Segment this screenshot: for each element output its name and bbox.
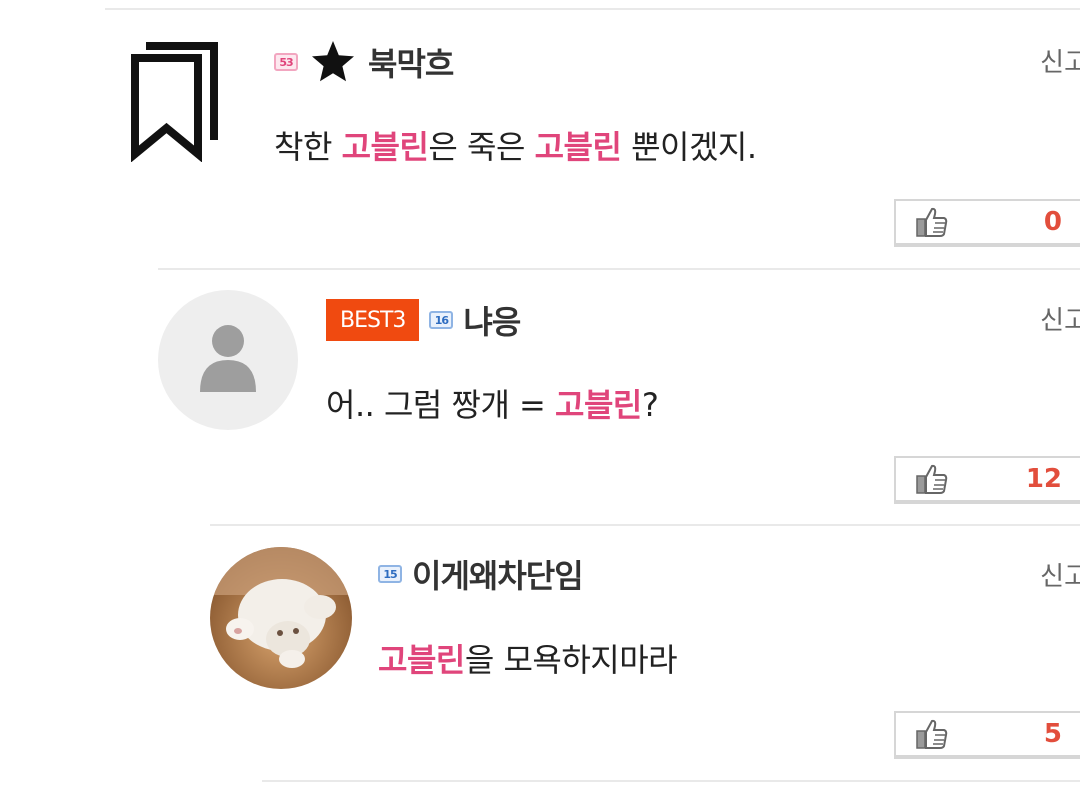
username[interactable]: 이게왜차단임 bbox=[412, 551, 584, 597]
comment-item: 15 이게왜차단임 신고 고블린을 모욕하지마라 5 bbox=[0, 0, 1080, 780]
like-button[interactable]: 5 bbox=[894, 711, 1080, 759]
cat-photo-avatar bbox=[210, 547, 352, 689]
like-count: 5 bbox=[1043, 719, 1062, 749]
thumbs-up-icon bbox=[916, 719, 948, 749]
avatar[interactable] bbox=[210, 547, 352, 693]
level-badge: 15 bbox=[378, 565, 402, 583]
report-button[interactable]: 신고 bbox=[1040, 556, 1080, 593]
comment-text: 고블린을 모욕하지마라 bbox=[378, 641, 678, 679]
comment-divider bbox=[262, 780, 1080, 782]
